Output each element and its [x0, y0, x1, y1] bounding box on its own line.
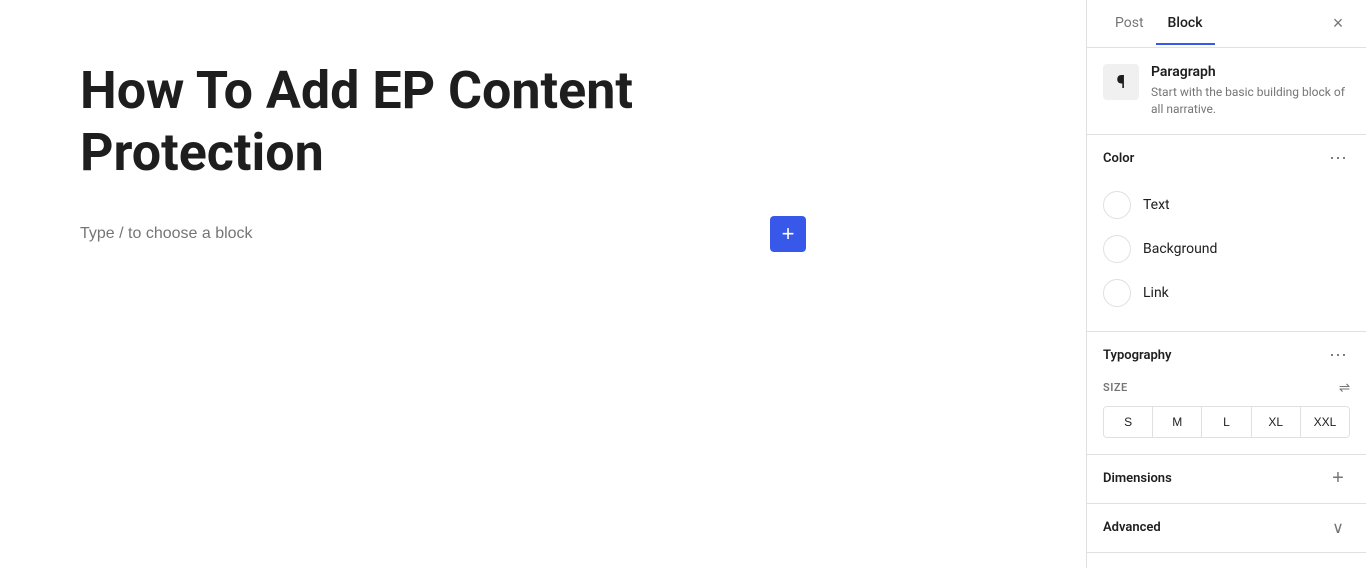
color-option-text[interactable]: Text — [1103, 183, 1350, 227]
add-block-button[interactable]: + — [770, 216, 806, 252]
size-controls-sliders-button[interactable]: ⇌ — [1339, 380, 1350, 396]
color-label-text: Text — [1143, 197, 1170, 213]
block-name-label: Paragraph — [1151, 64, 1350, 80]
color-label-link: Link — [1143, 285, 1169, 301]
sidebar-tab-bar: Post Block × — [1087, 0, 1366, 48]
plus-icon: + — [1332, 467, 1344, 490]
color-section: Color ⋯ Text Background Link — [1087, 135, 1366, 332]
dimensions-section: Dimensions + — [1087, 455, 1366, 504]
typography-section-header[interactable]: Typography ⋯ — [1087, 332, 1366, 380]
three-dots-icon: ⋯ — [1329, 148, 1347, 169]
size-label-text: SIZE — [1103, 381, 1128, 394]
chevron-down-icon: ∨ — [1332, 518, 1344, 538]
color-label-background: Background — [1143, 241, 1217, 257]
paragraph-icon: ¶ — [1103, 64, 1139, 100]
sliders-icon: ⇌ — [1339, 380, 1350, 396]
color-section-menu-button[interactable]: ⋯ — [1326, 147, 1350, 171]
color-section-content: Text Background Link — [1087, 183, 1366, 331]
typography-section-title: Typography — [1103, 348, 1172, 363]
dimensions-section-title: Dimensions — [1103, 471, 1172, 486]
size-button-s[interactable]: S — [1104, 407, 1153, 437]
color-option-background[interactable]: Background — [1103, 227, 1350, 271]
advanced-section: Advanced ∨ — [1087, 504, 1366, 553]
typography-section: Typography ⋯ SIZE ⇌ S M L XL XXL — [1087, 332, 1366, 455]
size-button-xxl[interactable]: XXL — [1301, 407, 1349, 437]
dimensions-add-button[interactable]: + — [1326, 467, 1350, 491]
color-section-header[interactable]: Color ⋯ — [1087, 135, 1366, 183]
main-content: How To Add EP Content Protection + — [0, 0, 1086, 568]
block-type-input[interactable] — [80, 225, 380, 243]
size-button-xl[interactable]: XL — [1252, 407, 1301, 437]
advanced-section-header[interactable]: Advanced ∨ — [1087, 504, 1366, 552]
advanced-chevron-button[interactable]: ∨ — [1326, 516, 1350, 540]
sidebar-panel: Post Block × ¶ Paragraph Start with the … — [1086, 0, 1366, 568]
color-option-link[interactable]: Link — [1103, 271, 1350, 315]
block-info-text: Paragraph Start with the basic building … — [1151, 64, 1350, 118]
size-button-l[interactable]: L — [1202, 407, 1251, 437]
size-button-m[interactable]: M — [1153, 407, 1202, 437]
color-section-title: Color — [1103, 151, 1134, 166]
dimensions-section-header[interactable]: Dimensions + — [1087, 455, 1366, 503]
three-dots-icon-typography: ⋯ — [1329, 345, 1347, 366]
size-label-row: SIZE ⇌ — [1103, 380, 1350, 396]
typography-section-content: SIZE ⇌ S M L XL XXL — [1087, 380, 1366, 454]
color-circle-text — [1103, 191, 1131, 219]
advanced-section-title: Advanced — [1103, 520, 1161, 535]
tab-post[interactable]: Post — [1103, 3, 1156, 45]
color-circle-background — [1103, 235, 1131, 263]
block-info-section: ¶ Paragraph Start with the basic buildin… — [1087, 48, 1366, 135]
close-button[interactable]: × — [1326, 12, 1350, 36]
color-circle-link — [1103, 279, 1131, 307]
font-size-buttons: S M L XL XXL — [1103, 406, 1350, 438]
block-description: Start with the basic building block of a… — [1151, 84, 1350, 118]
post-title: How To Add EP Content Protection — [80, 60, 780, 185]
block-placeholder-area[interactable]: + — [80, 225, 1006, 243]
typography-section-menu-button[interactable]: ⋯ — [1326, 344, 1350, 368]
tab-block[interactable]: Block — [1156, 3, 1215, 45]
